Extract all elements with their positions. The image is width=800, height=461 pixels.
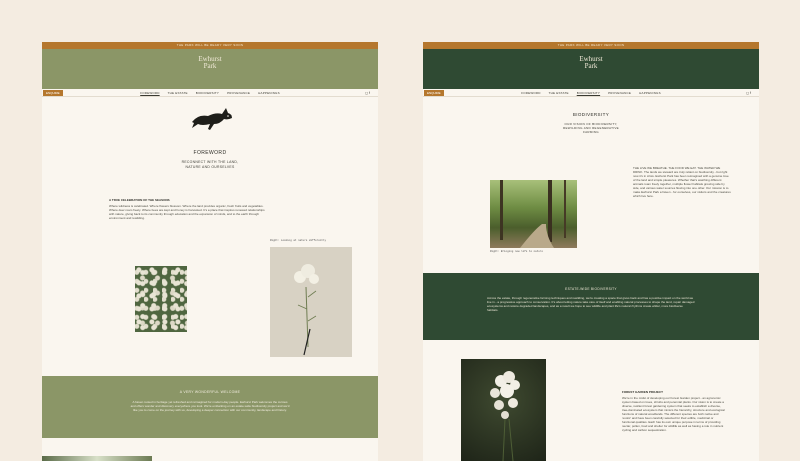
- main-nav: ENQUIRE FOREWORD THE ESTATE BIODIVERSITY PR…: [423, 89, 759, 97]
- nav-provenance[interactable]: PROVENANCE: [608, 91, 631, 95]
- nav-the-estate[interactable]: THE ESTATE: [549, 91, 569, 95]
- intro-paragraph: THE LIVE WE BREATHE. THE FOOD WE EAT. TH…: [633, 166, 731, 198]
- nav-biodiversity[interactable]: BIODIVERSITY: [577, 91, 600, 95]
- woodland-photo-strip: [42, 456, 152, 461]
- yarrow-flower-photo: [461, 359, 546, 461]
- announcement-bar: THE PARK WILL BE READY VERY SOON: [42, 42, 378, 49]
- site-header: Ewhurst Park: [42, 49, 378, 89]
- wildflower-meadow-photo: [135, 266, 187, 332]
- intro-paragraph: Where wildness is celebrated. Where flow…: [109, 204, 265, 220]
- nav-foreword[interactable]: FOREWORD: [140, 91, 159, 95]
- nav-happenings[interactable]: HAPPENINGS: [258, 91, 280, 95]
- subtitle-line-2: NATURE AND OURSELVES: [185, 164, 235, 169]
- hare-illustration: [192, 108, 232, 130]
- project-heading: FOREST GARDEN PROJECT: [622, 390, 664, 394]
- page-title: BIODIVERSITY: [572, 112, 610, 117]
- image-caption: Right: Bringing new life to nature: [490, 250, 543, 253]
- nav-biodiversity[interactable]: BIODIVERSITY: [196, 91, 219, 95]
- logo-line-2: Park: [203, 62, 217, 70]
- facebook-icon[interactable]: f: [369, 91, 370, 95]
- project-text: We're in the midst of developing our For…: [622, 396, 725, 432]
- page-title: FOREWORD: [193, 150, 227, 156]
- page-subtitle: RECONNECT WITH THE LAND, NATURE AND OURS…: [42, 160, 378, 169]
- facebook-icon[interactable]: f: [750, 91, 751, 95]
- page-subtitle: OUR VISION OF BIODIVERSITY, REWILDING AN…: [423, 122, 759, 134]
- site-header: Ewhurst Park: [423, 49, 759, 89]
- nav-the-estate[interactable]: THE ESTATE: [168, 91, 188, 95]
- band-heading: ESTATE-WIDE BIODIVERSITY: [565, 287, 617, 291]
- welcome-text: A haven rooted in heritage yet refreshed…: [130, 400, 290, 412]
- woodland-path-photo: [490, 180, 577, 248]
- band-text: Across the estate, through regenerative …: [487, 296, 695, 312]
- welcome-band: A VERY WONDERFUL WELCOME A haven rooted …: [42, 376, 378, 438]
- nav-provenance[interactable]: PROVENANCE: [227, 91, 250, 95]
- biodiversity-page-preview: THE PARK WILL BE READY VERY SOON Ewhurst…: [423, 42, 759, 461]
- yarrow-stem-photo: [270, 247, 352, 357]
- logo-line-2: Park: [584, 62, 598, 70]
- image-caption: Right: Looking at nature differently: [270, 239, 327, 242]
- estate-biodiversity-band: ESTATE-WIDE BIODIVERSITY Across the esta…: [423, 273, 759, 340]
- foreword-page-preview: THE PARK WILL BE READY VERY SOON Ewhurst…: [42, 42, 378, 461]
- main-nav: ENQUIRE FOREWORD THE ESTATE BIODIVERSITY PR…: [42, 89, 378, 97]
- instagram-icon[interactable]: ◻: [746, 91, 749, 95]
- nav-foreword[interactable]: FOREWORD: [521, 91, 540, 95]
- subtitle-line-3: FARMING: [583, 130, 599, 134]
- section-heading: A TRUE CELEBRATION OF THE SEASONS: [109, 198, 170, 202]
- ewhurst-park-logo[interactable]: Ewhurst Park: [423, 56, 759, 70]
- welcome-heading: A VERY WONDERFUL WELCOME: [179, 390, 241, 394]
- announcement-bar: THE PARK WILL BE READY VERY SOON: [423, 42, 759, 49]
- instagram-icon[interactable]: ◻: [365, 91, 368, 95]
- ewhurst-park-logo[interactable]: Ewhurst Park: [42, 56, 378, 70]
- nav-happenings[interactable]: HAPPENINGS: [639, 91, 661, 95]
